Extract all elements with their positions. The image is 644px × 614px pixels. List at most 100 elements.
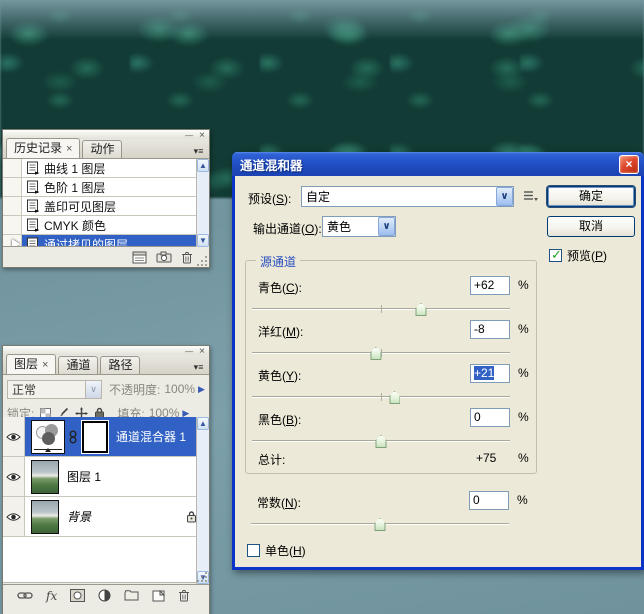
new-group-folder-icon[interactable] — [124, 590, 139, 601]
panel-resize-grip[interactable] — [197, 255, 208, 266]
panel-menu-icon[interactable]: ▾≡ — [191, 147, 206, 155]
preview-checkbox[interactable] — [549, 249, 562, 262]
history-state-label: 盖印可见图层 — [44, 198, 116, 215]
channel-slider[interactable] — [252, 390, 510, 405]
new-document-from-state-icon[interactable] — [132, 251, 147, 264]
new-snapshot-camera-icon[interactable] — [156, 251, 172, 263]
link-layers-chain-icon[interactable] — [17, 591, 33, 600]
slider-center-tick — [381, 393, 382, 401]
layer-row-adjustment[interactable]: 通道混合器 1 — [3, 417, 209, 457]
layer-row-layer1[interactable]: 图层 1 — [3, 457, 209, 497]
tab-channels[interactable]: 通道 — [58, 356, 98, 374]
tab-history[interactable]: 历史记录× — [6, 138, 80, 158]
dialog-close-icon[interactable]: × — [619, 155, 639, 174]
preview-checkbox-row[interactable]: 预览(P) — [549, 247, 607, 264]
scroll-down-icon[interactable]: ▼ — [197, 234, 209, 247]
tab-paths[interactable]: 路径 — [100, 356, 140, 374]
history-state-row[interactable]: 曲线 1 图层 — [3, 159, 209, 178]
new-layer-icon[interactable] — [152, 590, 165, 602]
opacity-label: 不透明度: — [109, 381, 160, 398]
channel-slider[interactable] — [252, 302, 510, 317]
layer-thumbnail[interactable] — [31, 460, 59, 494]
layer-mask-thumbnail[interactable] — [82, 421, 108, 453]
layer-name[interactable]: 背景 — [67, 508, 91, 525]
cancel-button[interactable]: 取消 — [547, 216, 635, 237]
blend-mode-select[interactable]: 正常 ∨ — [7, 380, 102, 399]
channel-value-input[interactable]: -8 — [470, 320, 510, 339]
ok-button[interactable]: 确定 — [547, 186, 635, 207]
chevron-down-icon[interactable]: ∨ — [378, 217, 395, 236]
layer-thumbnail[interactable] — [31, 500, 59, 534]
history-list: 曲线 1 图层 色阶 1 图层 盖印可见图层 CMYK 颜色 通过拷贝的图层 — [3, 159, 209, 247]
history-state-label: CMYK 颜色 — [44, 217, 106, 234]
adjustment-layer-thumbnail[interactable] — [31, 420, 65, 454]
slider-thumb-icon[interactable] — [375, 518, 386, 531]
tab-actions[interactable]: 动作 — [82, 140, 122, 158]
chevron-down-icon[interactable]: ∨ — [496, 187, 513, 206]
channel-value-input[interactable]: 0 — [470, 408, 510, 427]
history-source-cell[interactable] — [3, 178, 22, 196]
history-panel-toolbar — [3, 247, 209, 267]
channel-label: 青色(C): — [258, 279, 302, 296]
output-channel-select[interactable]: 黄色 ∨ — [322, 216, 396, 237]
layer-name[interactable]: 通道混合器 1 — [116, 428, 186, 445]
layer-row-background[interactable]: 背景 — [3, 497, 209, 537]
layers-scrollbar[interactable]: ▲ ▼ — [196, 417, 209, 584]
slider-thumb-icon[interactable] — [376, 435, 387, 448]
slider-thumb-icon[interactable] — [415, 303, 426, 316]
scroll-up-icon[interactable]: ▲ — [197, 417, 209, 430]
history-state-row[interactable]: 色阶 1 图层 — [3, 178, 209, 197]
history-state-row[interactable]: CMYK 颜色 — [3, 216, 209, 235]
channel-slider[interactable] — [252, 346, 510, 361]
current-state-play-icon[interactable] — [12, 239, 20, 247]
add-layer-mask-icon[interactable] — [70, 589, 85, 602]
visibility-eye-icon[interactable] — [3, 457, 25, 496]
monochrome-checkbox-row[interactable]: 单色(H) — [247, 542, 306, 559]
history-state-row[interactable]: 通过拷贝的图层 — [3, 235, 209, 247]
channel-mixer-dialog: 通道混和器 × 预设(S): 自定 ∨ 确定 输出通道(O): 黄色 ∨ 取消 … — [232, 152, 644, 570]
slider-thumb-icon[interactable] — [370, 347, 381, 360]
tab-layers[interactable]: 图层× — [6, 354, 56, 374]
layer-name[interactable]: 图层 1 — [67, 468, 101, 485]
channel-row: 青色(C): +62 % — [246, 275, 538, 319]
visibility-eye-icon[interactable] — [3, 417, 25, 456]
layers-tabrow: 图层× 通道 路径 ▾≡ — [3, 355, 209, 375]
visibility-eye-icon[interactable] — [3, 497, 25, 536]
history-state-doc-icon — [26, 237, 40, 247]
preset-options-menu-icon[interactable] — [523, 190, 538, 203]
dialog-titlebar[interactable]: 通道混和器 × — [232, 152, 644, 176]
history-state-doc-icon — [26, 218, 40, 232]
history-panel: — × 历史记录× 动作 ▾≡ 曲线 1 图层 色阶 1 图层 盖印可见图层 — [2, 129, 210, 268]
history-source-cell[interactable] — [3, 197, 22, 215]
percent-sign: % — [517, 493, 528, 507]
opacity-spinner-icon[interactable]: ▶ — [198, 384, 205, 395]
channel-value-input[interactable]: 0 — [469, 491, 509, 510]
channel-value-input[interactable]: +62 — [470, 276, 510, 295]
history-source-cell[interactable] — [3, 216, 22, 234]
total-label: 总计: — [258, 451, 285, 468]
percent-sign: % — [518, 366, 529, 380]
channel-slider[interactable] — [252, 434, 510, 449]
new-adjustment-layer-icon[interactable] — [98, 589, 111, 602]
panel-menu-icon[interactable]: ▾≡ — [191, 363, 206, 371]
delete-trash-icon[interactable] — [178, 589, 190, 602]
layer-style-fx-icon[interactable]: fx — [46, 589, 57, 603]
panel-resize-grip[interactable] — [197, 571, 208, 582]
monochrome-label: 单色(H) — [265, 544, 306, 558]
slider-thumb-icon[interactable] — [389, 391, 400, 404]
history-state-label: 色阶 1 图层 — [44, 179, 105, 196]
delete-trash-icon[interactable] — [181, 251, 193, 264]
history-state-row[interactable]: 盖印可见图层 — [3, 197, 209, 216]
preset-select[interactable]: 自定 ∨ — [301, 186, 514, 207]
history-scrollbar[interactable]: ▲ ▼ — [196, 159, 209, 247]
history-source-cell[interactable] — [3, 235, 22, 247]
tab-close-icon[interactable]: × — [42, 359, 48, 371]
channel-slider[interactable] — [251, 517, 509, 532]
history-source-cell[interactable] — [3, 159, 22, 177]
scroll-up-icon[interactable]: ▲ — [197, 159, 209, 172]
mask-link-icon[interactable] — [69, 430, 77, 444]
channel-value-input[interactable]: +21 — [470, 364, 510, 383]
channel-label: 洋红(M): — [258, 323, 303, 340]
tab-close-icon[interactable]: × — [66, 143, 72, 155]
monochrome-checkbox[interactable] — [247, 544, 260, 557]
